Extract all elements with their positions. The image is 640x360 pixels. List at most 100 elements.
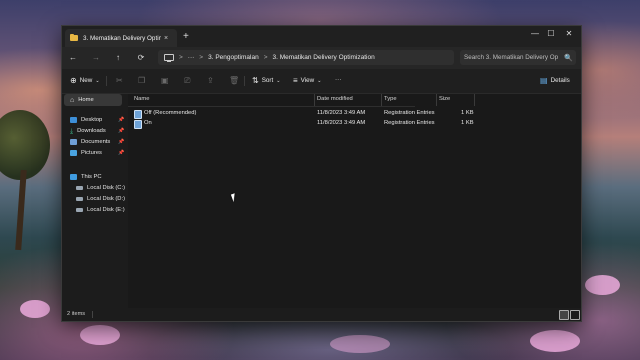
item-count: 2 items	[67, 311, 86, 317]
sidebar-item-label: Local Disk (D:)	[87, 196, 126, 202]
new-tab-button[interactable]: +	[183, 31, 189, 42]
details-button[interactable]: ▤ Details	[540, 76, 570, 85]
column-divider[interactable]	[474, 94, 475, 106]
sidebar-item-drive-c[interactable]: Local Disk (C:)	[76, 183, 125, 193]
wallpaper-flowers	[330, 335, 390, 353]
column-header-size[interactable]: Size	[439, 96, 450, 102]
document-icon	[70, 139, 77, 145]
trash-icon: 🗑	[229, 76, 240, 85]
chevron-down-icon: ⌄	[276, 77, 281, 84]
home-icon: ⌂	[70, 97, 75, 104]
search-input[interactable]: Search 3. Mematikan Delivery Op 🔍	[460, 50, 576, 65]
tab-current-folder[interactable]: 3. Mematikan Delivery Optimi ×	[65, 29, 177, 47]
file-list: Name Date modified Type Size Off (Recomm…	[128, 94, 581, 308]
divider	[92, 311, 93, 318]
sidebar-item-label: Desktop	[81, 117, 103, 123]
file-explorer-window: 3. Mematikan Delivery Optimi × + — ☐ ✕ ←…	[61, 25, 582, 322]
wallpaper-flowers	[585, 275, 620, 295]
breadcrumb-item[interactable]: 3. Pengoptimalan	[208, 54, 259, 61]
sidebar-item-desktop[interactable]: Desktop 📌	[70, 115, 124, 125]
sidebar-item-this-pc[interactable]: This PC	[70, 172, 102, 182]
paste-button[interactable]: ▣	[161, 76, 172, 85]
chevron-right-icon: >	[263, 54, 268, 61]
new-label: New	[79, 77, 93, 84]
sidebar-item-home[interactable]: ⌂ Home	[70, 95, 94, 105]
cut-button[interactable]: ✂	[116, 76, 126, 85]
monitor-icon	[164, 54, 174, 62]
file-name: Off (Recommended)	[144, 110, 197, 116]
sidebar-item-label: Local Disk (C:)	[87, 185, 126, 191]
up-button[interactable]: ↑	[113, 53, 123, 62]
drive-icon	[76, 208, 83, 212]
tiles-view-button[interactable]	[570, 310, 580, 320]
column-header-name[interactable]: Name	[134, 96, 149, 102]
view-button[interactable]: ≡ View ⌄	[293, 76, 321, 85]
navigation-pane: ⌂ Home Desktop 📌 ⤓ Downloads 📌 Documents…	[62, 94, 128, 308]
column-divider[interactable]	[436, 94, 437, 106]
sidebar-item-label: Pictures	[81, 150, 102, 156]
delete-button[interactable]: 🗑	[229, 76, 242, 85]
search-placeholder: Search 3. Mematikan Delivery Op	[464, 54, 559, 61]
file-size: 1 KB	[461, 120, 474, 126]
sidebar-item-downloads[interactable]: ⤓ Downloads 📌	[70, 126, 124, 136]
file-name: On	[144, 120, 152, 126]
sidebar-item-documents[interactable]: Documents 📌	[70, 137, 124, 147]
tab-close-icon[interactable]: ×	[164, 35, 168, 42]
pin-icon: 📌	[118, 139, 125, 145]
sort-icon: ⇅	[252, 76, 259, 85]
sidebar-item-drive-d[interactable]: Local Disk (D:)	[76, 194, 125, 204]
maximize-button[interactable]: ☐	[544, 29, 558, 38]
close-window-button[interactable]: ✕	[562, 29, 576, 38]
back-button[interactable]: ←	[68, 53, 78, 62]
view-icon: ≡	[293, 76, 298, 85]
plus-circle-icon: ⊕	[70, 76, 77, 85]
desktop-icon	[70, 117, 77, 123]
copy-icon: ❐	[138, 76, 146, 85]
chevron-down-icon: ⌄	[317, 77, 322, 84]
column-divider[interactable]	[381, 94, 382, 106]
table-row[interactable]: On 11/8/2023 3:49 AM Registration Entrie…	[132, 119, 474, 129]
sidebar-item-label: Documents	[81, 139, 111, 145]
sidebar-item-label: This PC	[81, 174, 102, 180]
column-header-date[interactable]: Date modified	[317, 96, 353, 102]
breadcrumb-item-current[interactable]: 3. Mematikan Delivery Optimization	[272, 54, 374, 61]
details-view-button[interactable]	[559, 310, 569, 320]
sort-button[interactable]: ⇅ Sort ⌄	[252, 76, 280, 85]
share-button[interactable]: ⇪	[207, 76, 217, 85]
share-icon: ⇪	[207, 76, 214, 85]
new-button[interactable]: ⊕ New ⌄	[70, 76, 100, 85]
pin-icon: 📌	[118, 117, 125, 123]
address-row: ← → ↑ ⟳ > ··· > 3. Pengoptimalan > 3. Me…	[62, 47, 581, 69]
copy-button[interactable]: ❐	[138, 76, 148, 85]
command-bar: ⊕ New ⌄ ✂ ❐ ▣ ⎚ ⇪ 🗑 ⇅ Sort ⌄ ≡ View ⌄ ··…	[62, 69, 581, 94]
column-divider[interactable]	[314, 94, 315, 106]
address-bar[interactable]: > ··· > 3. Pengoptimalan > 3. Mematikan …	[158, 50, 454, 65]
sort-label: Sort	[261, 77, 274, 84]
sidebar-item-pictures[interactable]: Pictures 📌	[70, 148, 124, 158]
file-date: 11/8/2023 3:49 AM	[317, 110, 366, 116]
divider	[244, 76, 245, 86]
forward-button[interactable]: →	[91, 53, 101, 62]
minimize-button[interactable]: —	[528, 29, 542, 38]
file-type: Registration Entries	[384, 110, 435, 116]
column-header-type[interactable]: Type	[384, 96, 397, 102]
header-divider	[128, 106, 415, 107]
registry-file-icon	[134, 110, 142, 119]
view-label: View	[300, 77, 315, 84]
wallpaper-flowers	[80, 325, 120, 345]
sidebar-item-drive-e[interactable]: Local Disk (E:)	[76, 205, 125, 215]
folder-icon	[70, 33, 78, 41]
drive-icon	[76, 186, 83, 190]
chevron-right-icon: >	[199, 54, 204, 61]
see-more-button[interactable]: ···	[335, 76, 341, 83]
status-bar: 2 items	[62, 308, 581, 321]
breadcrumb-more[interactable]: ···	[188, 54, 195, 61]
search-icon: 🔍	[564, 54, 573, 62]
pin-icon: 📌	[118, 150, 125, 156]
refresh-button[interactable]: ⟳	[136, 53, 146, 62]
file-date: 11/8/2023 3:49 AM	[317, 120, 366, 126]
table-row[interactable]: Off (Recommended) 11/8/2023 3:49 AM Regi…	[132, 109, 474, 119]
sidebar-item-label: Downloads	[77, 128, 106, 134]
computer-icon	[70, 174, 77, 180]
rename-button[interactable]: ⎚	[184, 76, 193, 86]
